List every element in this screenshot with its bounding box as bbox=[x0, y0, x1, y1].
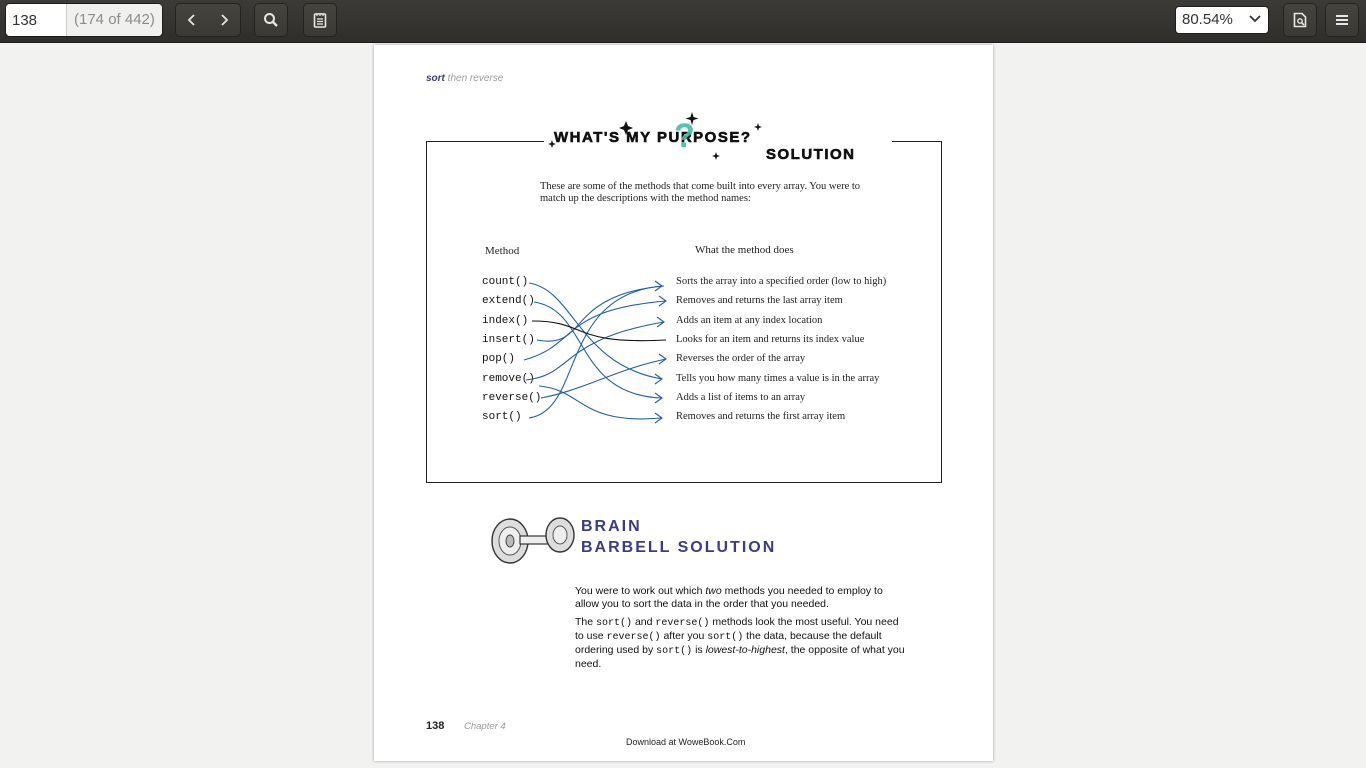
page-count-label: (174 of 442) bbox=[66, 4, 162, 36]
document-page: sort then reverse WHAT'S MY PURPOSE? SOL… bbox=[374, 45, 993, 761]
page-number: 138 bbox=[426, 720, 445, 732]
page-selector: (174 of 442) bbox=[6, 4, 162, 36]
menu-icon bbox=[1336, 15, 1348, 25]
next-page-button[interactable] bbox=[208, 4, 240, 36]
document-properties-button[interactable] bbox=[1284, 4, 1316, 36]
matching-lines bbox=[523, 280, 667, 424]
brain-barbell-line1: BRAIN bbox=[581, 518, 642, 535]
page-navigation bbox=[176, 4, 240, 36]
solution-paragraph-1: You were to work out which two methods y… bbox=[575, 585, 883, 610]
document-properties-icon bbox=[1293, 12, 1307, 28]
download-footer: Download at WoweBook.Com bbox=[626, 737, 746, 747]
chevron-right-icon bbox=[221, 14, 229, 26]
zoom-value: 80.54% bbox=[1182, 11, 1233, 28]
previous-page-button[interactable] bbox=[176, 4, 208, 36]
match-line bbox=[528, 285, 663, 419]
zoom-select[interactable]: 80.54% bbox=[1176, 7, 1268, 33]
match-line bbox=[528, 282, 663, 380]
match-line bbox=[533, 301, 663, 399]
annotations-icon bbox=[313, 13, 327, 28]
annotations-button[interactable] bbox=[304, 4, 336, 36]
menu-button[interactable] bbox=[1326, 4, 1358, 36]
search-icon bbox=[264, 13, 278, 27]
toolbar: (174 of 442) 80.54% bbox=[0, 0, 1366, 43]
page-number-input[interactable] bbox=[6, 4, 66, 36]
chevron-left-icon bbox=[187, 14, 195, 26]
barbell-icon bbox=[491, 517, 575, 564]
search-button[interactable] bbox=[255, 4, 287, 36]
match-line bbox=[531, 320, 667, 342]
chevron-down-icon bbox=[1249, 15, 1261, 23]
brain-barbell-title: BRAIN BARBELL SOLUTION bbox=[581, 518, 776, 556]
match-line bbox=[538, 385, 663, 420]
match-line bbox=[523, 300, 667, 361]
chapter-label: Chapter 4 bbox=[464, 721, 506, 732]
brain-barbell-line2: BARBELL SOLUTION bbox=[581, 539, 776, 556]
solution-paragraph-2: The sort() and reverse() methods look th… bbox=[575, 616, 905, 670]
